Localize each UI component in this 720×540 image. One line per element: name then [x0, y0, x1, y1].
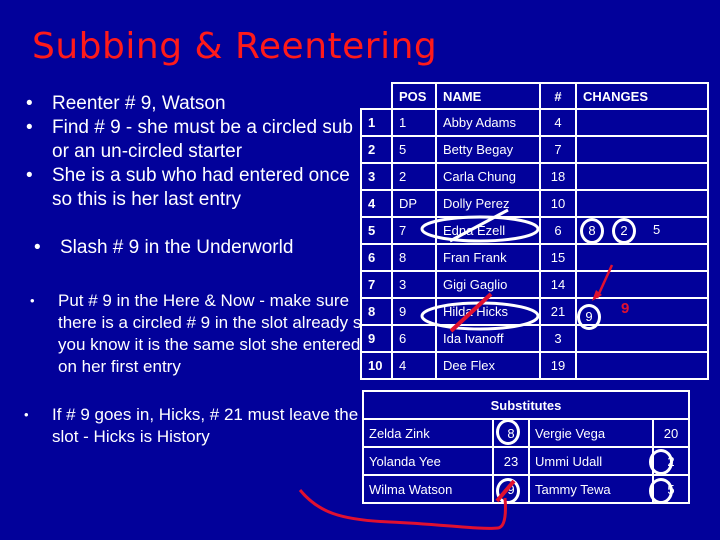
lineup-slot: 5: [360, 216, 393, 245]
lineup-slot: 7: [360, 270, 393, 299]
lineup-name: Gigi Gaglio: [435, 270, 541, 299]
bullet-put: • Put # 9 in the Here & Now - make sure t…: [30, 291, 371, 376]
lineup-pos: 4: [391, 351, 437, 380]
lineup-row: 4 DP Dolly Perez 10: [360, 189, 709, 218]
lineup-number: 7: [539, 135, 577, 164]
bullet-dot-icon: •: [26, 117, 33, 138]
bullet-dot-icon: •: [24, 407, 29, 422]
sub-number: 23: [492, 446, 530, 476]
lineup-number: 3: [539, 324, 577, 353]
lineup-name: Edna Ezell: [435, 216, 541, 245]
circled-change-9: 9: [577, 304, 601, 330]
lineup-slot: 3: [360, 162, 393, 191]
lineup-number: 15: [539, 243, 577, 272]
lineup-header-row: POS NAME # CHANGES: [360, 82, 709, 110]
circled-change-8: 8: [580, 218, 604, 244]
lineup-name: Dolly Perez: [435, 189, 541, 218]
lineup-number: 18: [539, 162, 577, 191]
lineup-changes: [575, 270, 709, 299]
lineup-slot: 6: [360, 243, 393, 272]
sub-number: 20: [652, 418, 690, 448]
bullet-find: • Find # 9 - she must be a circled sub or…: [26, 117, 353, 162]
lineup-name: Abby Adams: [435, 108, 541, 137]
header-number: #: [539, 82, 577, 110]
lineup-slot: 9: [360, 324, 393, 353]
lineup-pos: DP: [391, 189, 437, 218]
bullet-hicks: • If # 9 goes in, Hicks, # 21 must leave …: [24, 405, 359, 446]
lineup-number: 14: [539, 270, 577, 299]
lineup-number: 6: [539, 216, 577, 245]
lineup-changes: [575, 189, 709, 218]
lineup-pos: 2: [391, 162, 437, 191]
substitute-row: Yolanda Yee 23 Ummi Udall 2: [362, 446, 690, 476]
lineup-changes: [575, 162, 709, 191]
lineup-row: 2 5 Betty Begay 7: [360, 135, 709, 164]
header-changes: CHANGES: [575, 82, 709, 110]
lineup-changes: [575, 108, 709, 137]
lineup-number: 21: [539, 297, 577, 326]
circled-sub-2: [649, 449, 673, 475]
lineup-pos: 9: [391, 297, 437, 326]
substitutes-table: Substitutes Zelda Zink 8 Vergie Vega 20 Yola…: [362, 390, 690, 504]
lineup-slot: 4: [360, 189, 393, 218]
lineup-slot: 1: [360, 108, 393, 137]
bullet-reenter: • Reenter # 9, Watson: [26, 93, 226, 114]
sub-name: Vergie Vega: [528, 418, 654, 448]
lineup-pos: 1: [391, 108, 437, 137]
red-note-9: 9: [621, 300, 630, 317]
circled-sub-9: [496, 478, 520, 504]
sub-name: Wilma Watson: [362, 474, 494, 504]
lineup-changes: [575, 324, 709, 353]
lineup-name: Fran Frank: [435, 243, 541, 272]
lineup-changes: [575, 243, 709, 272]
lineup-slot: 8: [360, 297, 393, 326]
bullet-list-top: • Reenter # 9, Watson • Find # 9 - she mus…: [26, 92, 372, 212]
lineup-pos: 8: [391, 243, 437, 272]
bullet-dot-icon: •: [26, 93, 33, 114]
header-slot: [360, 82, 393, 110]
lineup-row: 6 8 Fran Frank 15: [360, 243, 709, 272]
sub-name: Yolanda Yee: [362, 446, 494, 476]
circled-change-2: 2: [612, 218, 636, 244]
lineup-name: Dee Flex: [435, 351, 541, 380]
slide-title: Subbing & Reentering: [32, 26, 438, 67]
lineup-row: 3 2 Carla Chung 18: [360, 162, 709, 191]
lineup-name: Betty Begay: [435, 135, 541, 164]
lineup-name: Carla Chung: [435, 162, 541, 191]
bullet-dot-icon: •: [26, 165, 33, 186]
sub-name: Tammy Tewa: [528, 474, 654, 504]
lineup-row: 1 1 Abby Adams 4: [360, 108, 709, 137]
substitute-row: Wilma Watson 9 Tammy Tewa 5: [362, 474, 690, 504]
lineup-pos: 5: [391, 135, 437, 164]
lineup-row: 9 6 Ida Ivanoff 3: [360, 324, 709, 353]
lineup-row: 10 4 Dee Flex 19: [360, 351, 709, 380]
lineup-pos: 6: [391, 324, 437, 353]
lineup-slot: 10: [360, 351, 393, 380]
bullet-dot-icon: •: [30, 293, 35, 308]
change-5: 5: [653, 222, 661, 237]
header-name: NAME: [435, 82, 541, 110]
lineup-changes: [575, 351, 709, 380]
lineup-number: 19: [539, 351, 577, 380]
bullet-sub-entered: • She is a sub who had entered once so th…: [26, 165, 350, 210]
lineup-row: 8 9 Hilda Hicks 21: [360, 297, 709, 326]
sub-name: Ummi Udall: [528, 446, 654, 476]
bullet-slash: • Slash # 9 in the Underworld: [34, 237, 294, 258]
lineup-name: Ida Ivanoff: [435, 324, 541, 353]
lineup-changes: [575, 135, 709, 164]
sub-name: Zelda Zink: [362, 418, 494, 448]
substitute-row: Zelda Zink 8 Vergie Vega 20: [362, 418, 690, 448]
lineup-pos: 3: [391, 270, 437, 299]
lineup-slot: 2: [360, 135, 393, 164]
lineup-number: 4: [539, 108, 577, 137]
lineup-pos: 7: [391, 216, 437, 245]
circled-sub-5: [649, 478, 673, 504]
header-pos: POS: [391, 82, 437, 110]
circled-sub-8: [496, 419, 520, 445]
lineup-name: Hilda Hicks: [435, 297, 541, 326]
lineup-row: 7 3 Gigi Gaglio 14: [360, 270, 709, 299]
bullet-dot-icon: •: [34, 237, 41, 258]
lineup-number: 10: [539, 189, 577, 218]
substitutes-title: Substitutes: [362, 390, 690, 420]
